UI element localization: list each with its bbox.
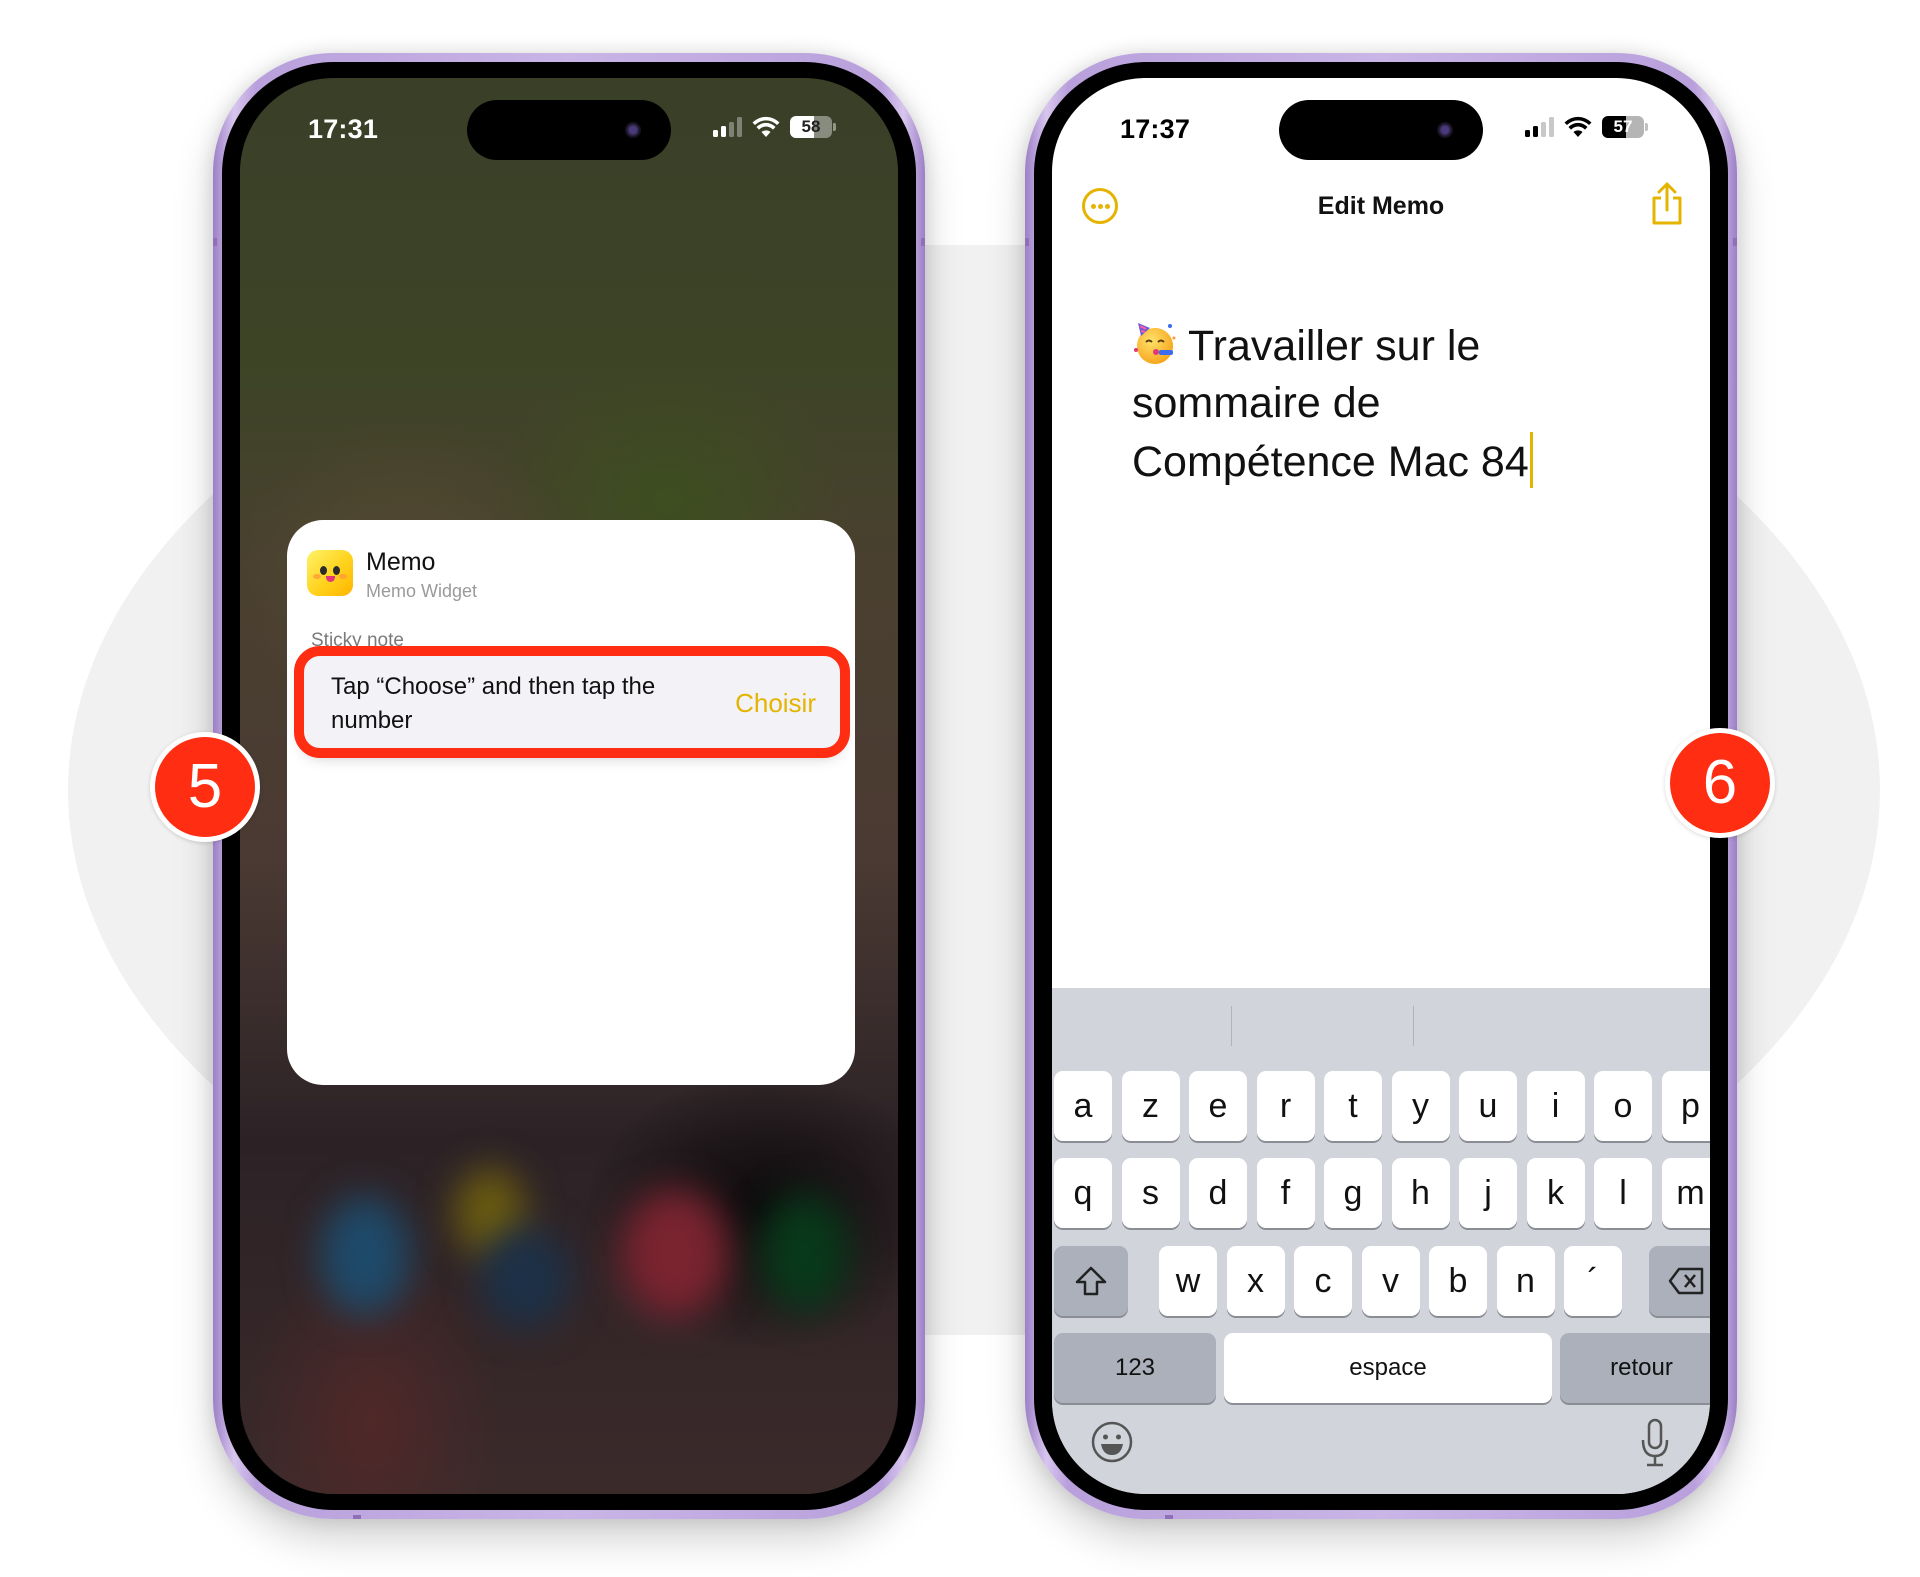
predictive-bar [1052,1006,1710,1046]
battery-icon: 58 [790,116,832,138]
key-s[interactable]: s [1121,1158,1180,1228]
microphone-icon[interactable] [1640,1418,1670,1468]
key-l[interactable]: l [1594,1158,1652,1228]
partying-face-emoji [1132,320,1178,366]
memo-line-3: Compétence Mac 84 [1132,432,1552,491]
step-badge-6: 6 [1665,728,1775,838]
key-m[interactable]: m [1661,1158,1710,1228]
navigation-bar: Edit Memo [1052,178,1710,238]
key-h[interactable]: h [1391,1158,1450,1228]
key-b[interactable]: b [1429,1246,1487,1316]
status-bar: 17:37 57 [1052,108,1710,152]
blurred-app-red-icon [620,1188,730,1318]
key-j[interactable]: j [1459,1158,1517,1228]
memo-line-2: sommaire de [1132,379,1381,427]
key-t[interactable]: t [1324,1071,1382,1141]
app-name: Memo [366,548,436,576]
key-x[interactable]: x [1226,1246,1285,1316]
sticky-note-row[interactable]: Tap “Choose” and then tap the number Cho… [294,646,850,758]
shift-key[interactable] [1054,1246,1128,1316]
backspace-icon [1668,1267,1704,1295]
choose-button[interactable]: Choisir [735,688,816,719]
key-p[interactable]: p [1661,1071,1710,1141]
memo-line-1: Travailler sur le [1132,318,1552,375]
text-cursor [1529,432,1533,488]
key-g[interactable]: g [1324,1158,1382,1228]
emoji-keyboard-icon[interactable] [1090,1420,1134,1464]
key-w[interactable]: w [1159,1246,1217,1316]
key-u[interactable]: u [1459,1071,1517,1141]
space-key[interactable]: espace [1224,1333,1552,1403]
step-badge-5: 5 [150,732,260,842]
app-subtitle: Memo Widget [366,581,478,601]
keyboard: a z e r t y u i o p q s d f g h j k l m w x c v b n ´ 123 espace reto… [1052,988,1710,1494]
shift-icon [1075,1266,1107,1296]
phone-step-5: 17:31 58 Memo Memo Widget Sticky note Ta… [213,53,925,1519]
memo-text-area[interactable]: Travailler sur le sommaire de Compétence… [1132,318,1552,491]
phone-step-6: 17:37 57 Edit Memo Travailler sur le som… [1025,53,1737,1519]
wifi-icon [752,116,780,137]
return-key[interactable]: retour [1560,1333,1710,1403]
key-z[interactable]: z [1121,1071,1180,1141]
home-screen: 17:31 58 Memo Memo Widget Sticky note Ta… [240,78,898,1494]
key-y[interactable]: y [1391,1071,1450,1141]
memo-app-icon [307,550,353,596]
blurred-app-green-icon [760,1193,850,1313]
sticky-note-text: Tap “Choose” and then tap the number [331,673,656,734]
key-i[interactable]: i [1526,1071,1585,1141]
share-icon[interactable] [1650,182,1684,226]
status-bar: 17:31 58 [240,108,898,152]
key-d[interactable]: d [1189,1158,1247,1228]
cellular-signal-icon [1525,117,1554,137]
edit-memo-screen: 17:37 57 Edit Memo Travailler sur le som… [1052,78,1710,1494]
numbers-key[interactable]: 123 [1054,1333,1216,1403]
key-n[interactable]: n [1496,1246,1555,1316]
nav-title: Edit Memo [1317,192,1445,220]
key-r[interactable]: r [1256,1071,1315,1141]
key-k[interactable]: k [1526,1158,1585,1228]
widget-config-panel: Memo Memo Widget Sticky note Tap “Choose… [287,520,855,1085]
key-f[interactable]: f [1256,1158,1315,1228]
battery-icon: 57 [1602,116,1644,138]
key-e[interactable]: e [1189,1071,1247,1141]
key-v[interactable]: v [1361,1246,1420,1316]
key-acute-accent[interactable]: ´ [1564,1246,1622,1316]
status-time: 17:31 [308,114,379,144]
cellular-signal-icon [713,117,742,137]
key-o[interactable]: o [1594,1071,1652,1141]
backspace-key[interactable] [1649,1246,1710,1316]
key-a[interactable]: a [1054,1071,1112,1141]
key-c[interactable]: c [1294,1246,1352,1316]
key-q[interactable]: q [1054,1158,1112,1228]
status-time: 17:37 [1120,114,1191,144]
blurred-app-blue-icon [320,1196,410,1316]
wifi-icon [1564,116,1592,137]
blurred-app-navy-icon [480,1228,570,1328]
section-label: Sticky note [311,630,404,651]
